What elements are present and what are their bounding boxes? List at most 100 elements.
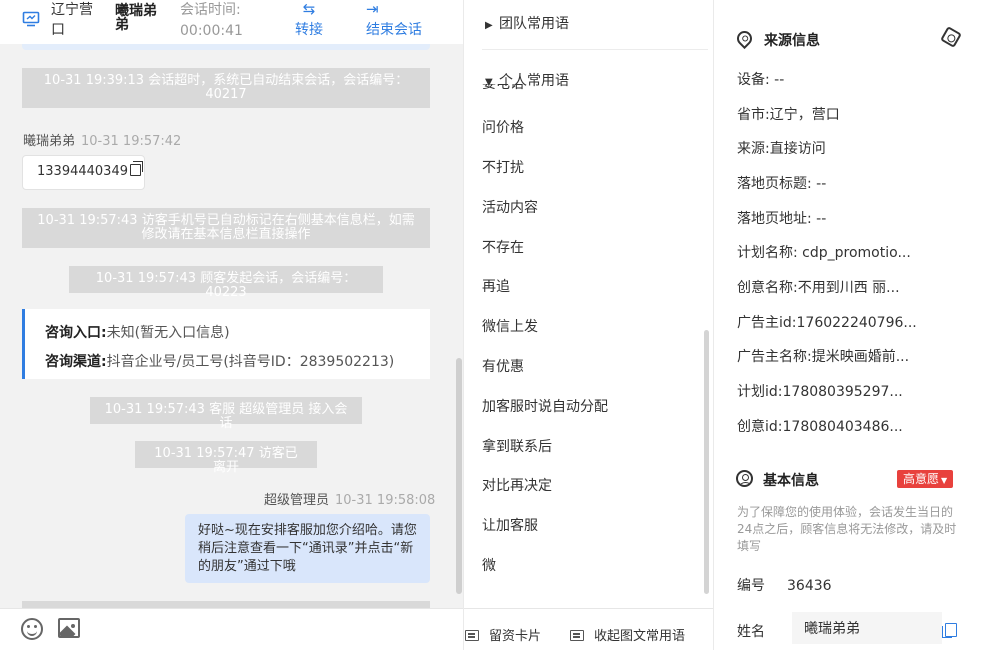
user-icon bbox=[736, 470, 753, 487]
source-field-device: 设备: -- bbox=[737, 69, 784, 89]
copy-document-icon[interactable] bbox=[942, 623, 957, 638]
lead-card-button[interactable]: 留资卡片 bbox=[465, 625, 541, 644]
entry-label: 咨询入口: bbox=[45, 325, 107, 341]
collapse-phrases-button[interactable]: 收起图文常用语 bbox=[570, 625, 685, 644]
chat-scrollbar[interactable] bbox=[456, 358, 462, 594]
source-field-creative-name: 创意名称:不用到川西 丽... bbox=[737, 277, 900, 297]
system-message: 10-31 19:39:13 会话超时，系统已自动结束会话，会话编号：40217 bbox=[22, 68, 430, 108]
agent-message-bubble: 好哒~现在安排客服加您介绍哈。请您稍后注意查看一下“通讯录”并点击“新的朋友”通… bbox=[185, 514, 430, 583]
phrases-panel: ▶ 团队常用语 ▼ 个人常用语 要电话 问价格 不打扰 活动内容 不存在 再追 微信… bbox=[463, 0, 714, 650]
consult-info-card: 咨询入口:未知(暂无入口信息) 咨询渠道:抖音企业号/员工号(抖音号ID：283… bbox=[22, 309, 430, 379]
phrase-item[interactable]: 对比再决定 bbox=[482, 476, 552, 496]
phrase-item[interactable]: 微 bbox=[482, 556, 496, 576]
source-field-plan-name: 计划名称: cdp_promotio... bbox=[737, 242, 911, 262]
channel-row: 咨询渠道:抖音企业号/员工号(抖音号ID：2839502213) bbox=[45, 348, 410, 377]
phrase-item[interactable]: 拿到联系后 bbox=[482, 437, 552, 457]
system-message: 10-31 19:57:43 客服 超级管理员 接入会话 bbox=[90, 397, 362, 431]
source-field-city: 省市:辽宁，营口 bbox=[737, 104, 840, 124]
divider bbox=[482, 49, 708, 50]
field-value: 直接访问 bbox=[769, 141, 826, 157]
entry-value: 未知(暂无入口信息) bbox=[106, 325, 230, 341]
chat-header: 辽宁营口 曦瑞弟弟 会话时间: 00:00:41 ⇆ 转接 ⇥ 结束会话 bbox=[0, 0, 463, 44]
agent-message-time: 10-31 19:58:08 bbox=[335, 493, 436, 508]
visitor-sender-name: 曦瑞弟弟 bbox=[23, 134, 76, 149]
phrase-item[interactable]: 微信上发 bbox=[482, 317, 538, 337]
monitor-icon bbox=[22, 11, 40, 27]
field-label: 落地页标题: bbox=[737, 176, 812, 192]
field-label: 计划名称: bbox=[737, 245, 798, 261]
field-value: cdp_promotio... bbox=[802, 245, 911, 261]
exit-icon: ⇥ bbox=[366, 0, 379, 18]
field-label: 设备: bbox=[737, 72, 770, 88]
copy-icon[interactable] bbox=[129, 161, 143, 176]
phrase-item-clipped[interactable]: 要电话 bbox=[482, 84, 562, 94]
customer-id-label: 编号 bbox=[737, 578, 765, 594]
phrases-scrollbar[interactable] bbox=[704, 330, 709, 594]
phrase-item[interactable]: 加客服时说自动分配 bbox=[482, 397, 608, 417]
transfer-label: 转接 bbox=[295, 22, 323, 38]
visitor-phone: 13394440349 bbox=[37, 164, 128, 179]
location-pin-icon bbox=[733, 27, 756, 50]
phrase-item[interactable]: 问价格 bbox=[482, 118, 524, 138]
phrase-item-clipped-label: 要电话 bbox=[482, 84, 524, 92]
field-value: 提米映画婚前... bbox=[811, 349, 910, 365]
session-time-label: 会话时间: bbox=[180, 2, 241, 18]
agent-sender-name: 超级管理员 bbox=[264, 493, 330, 508]
field-value: 辽宁，营口 bbox=[769, 107, 840, 123]
message-icon bbox=[570, 630, 584, 641]
field-value: 176022240796... bbox=[796, 315, 917, 331]
transfer-button[interactable]: ⇆ 转接 bbox=[295, 0, 323, 40]
agent-sender: 超级管理员 10-31 19:58:08 bbox=[264, 489, 435, 508]
customer-id-row: 编号 36436 bbox=[737, 575, 832, 595]
source-field-source: 来源:直接访问 bbox=[737, 138, 826, 158]
field-label: 创意名称: bbox=[737, 280, 798, 296]
session-time: 00:00:41 bbox=[180, 23, 243, 39]
app-root: 辽宁营口 曦瑞弟弟 会话时间: 00:00:41 ⇆ 转接 ⇥ 结束会话 10-… bbox=[0, 0, 985, 650]
field-label: 省市: bbox=[737, 107, 770, 123]
field-value: 178080395297... bbox=[782, 384, 903, 400]
phrase-item[interactable]: 不打扰 bbox=[482, 158, 524, 178]
source-field-creative-id: 创意id:178080403486... bbox=[737, 416, 903, 436]
collapse-phrases-label: 收起图文常用语 bbox=[594, 629, 686, 644]
phrase-item[interactable]: 有优惠 bbox=[482, 357, 524, 377]
name-field[interactable] bbox=[792, 612, 942, 644]
name-label: 姓名 bbox=[737, 624, 765, 640]
chat-panel: 辽宁营口 曦瑞弟弟 会话时间: 00:00:41 ⇆ 转接 ⇥ 结束会话 10-… bbox=[0, 0, 463, 650]
visitor-location: 辽宁营口 bbox=[51, 2, 93, 38]
intent-dropdown[interactable]: 高意愿 ▼ bbox=[897, 470, 954, 488]
intent-badge-label: 高意愿 bbox=[903, 472, 940, 486]
field-label: 创意id: bbox=[737, 419, 783, 435]
source-field-advertiser-name: 广告主名称:提米映画婚前... bbox=[737, 346, 909, 366]
field-label: 落地页地址: bbox=[737, 211, 812, 227]
edit-notice: 为了保障您的使用体验，会话发生当日的24点之后，顾客信息将无法修改，请及时填写 bbox=[737, 505, 957, 553]
card-icon bbox=[465, 630, 479, 641]
settings-icon[interactable] bbox=[940, 26, 962, 48]
team-phrases-label: 团队常用语 bbox=[499, 16, 569, 32]
team-phrases-group[interactable]: ▶ 团队常用语 bbox=[485, 13, 569, 33]
channel-label: 咨询渠道: bbox=[45, 354, 107, 370]
field-value: 178080403486... bbox=[782, 419, 903, 435]
phrase-item[interactable]: 不存在 bbox=[482, 238, 524, 258]
system-message: 10-31 19:57:43 顾客发起会话，会话编号：40223 bbox=[69, 266, 383, 300]
system-message: 10-31 19:57:43 访客手机号已自动标记在右侧基本信息栏，如需修改请在… bbox=[22, 208, 430, 248]
customer-id-value: 36436 bbox=[787, 578, 832, 594]
emoji-icon[interactable] bbox=[21, 618, 43, 640]
field-value: -- bbox=[816, 211, 827, 227]
end-session-label: 结束会话 bbox=[366, 22, 422, 38]
visitor-phone-bubble: 13394440349 bbox=[22, 155, 145, 190]
visitor-message-time: 10-31 19:57:42 bbox=[81, 134, 182, 149]
field-value: -- bbox=[774, 72, 785, 88]
field-value: 不用到川西 丽... bbox=[797, 280, 900, 296]
image-icon[interactable] bbox=[58, 618, 80, 638]
phrase-item[interactable]: 再追 bbox=[482, 277, 510, 297]
basic-info-title: 基本信息 bbox=[763, 473, 819, 489]
info-panel: 来源信息 设备: -- 省市:辽宁，营口 来源:直接访问 落地页标题: -- 落… bbox=[715, 0, 985, 650]
source-field-plan-id: 计划id:178080395297... bbox=[737, 381, 903, 401]
phrase-item[interactable]: 活动内容 bbox=[482, 198, 538, 218]
phrase-item[interactable]: 让加客服 bbox=[482, 516, 538, 536]
system-message: 10-31 19:57:47 访客已离开 bbox=[135, 441, 317, 475]
caret-right-icon: ▶ bbox=[485, 20, 493, 31]
end-session-button[interactable]: ⇥ 结束会话 bbox=[366, 0, 422, 40]
field-label: 来源: bbox=[737, 141, 770, 157]
source-field-landing-url: 落地页地址: -- bbox=[737, 208, 826, 228]
